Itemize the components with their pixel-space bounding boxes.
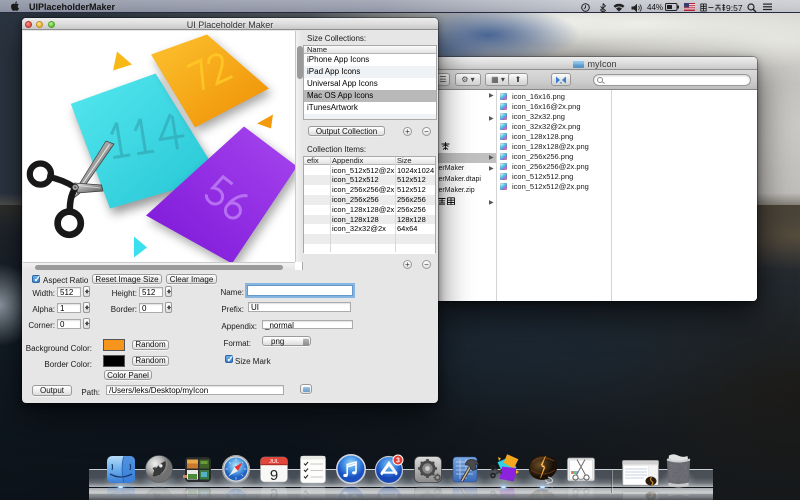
svg-text:3: 3	[396, 457, 400, 464]
svg-text:JUL: JUL	[269, 459, 279, 465]
svg-text:9: 9	[270, 467, 278, 484]
